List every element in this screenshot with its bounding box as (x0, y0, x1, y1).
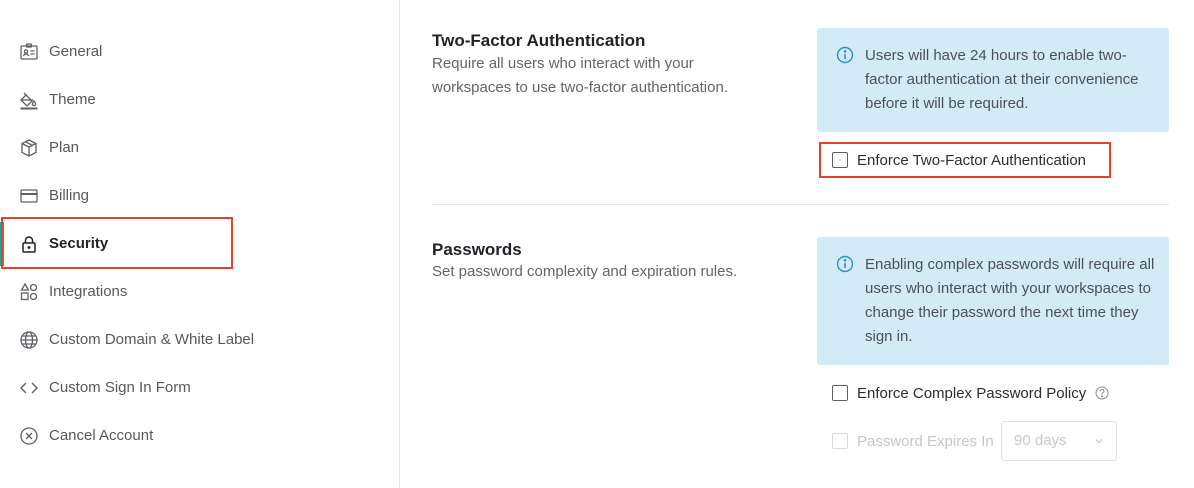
sidebar-item-custom-domain[interactable]: Custom Domain & White Label (0, 316, 380, 364)
passwords-info-text: Enabling complex passwords will require … (865, 256, 1155, 345)
password-expires-select[interactable]: 90 days (1001, 421, 1117, 461)
enforce-complex-password-label[interactable]: Enforce Complex Password Policy (857, 385, 1086, 402)
paint-bucket-icon (19, 90, 39, 110)
enforce-two-factor-label[interactable]: Enforce Two-Factor Authentication (857, 152, 1086, 169)
password-expires-value: 90 days (1014, 432, 1067, 449)
sidebar-item-label: Theme (49, 91, 96, 108)
globe-icon (19, 330, 39, 350)
two-factor-title: Two-Factor Authentication (432, 31, 646, 50)
sidebar-item-label: Integrations (49, 283, 128, 300)
lock-icon (19, 234, 39, 254)
sidebar-item-plan[interactable]: Plan (0, 124, 380, 172)
password-expires-checkbox[interactable] (832, 433, 848, 449)
sidebar-item-label: General (49, 43, 103, 60)
password-expires-label[interactable]: Password Expires In (857, 433, 994, 450)
settings-sidebar: General Theme Plan Billing Security Inte… (0, 0, 400, 488)
passwords-title: Passwords (432, 240, 522, 259)
sidebar-item-label: Cancel Account (49, 427, 154, 444)
credit-card-icon (19, 186, 39, 206)
sidebar-item-theme[interactable]: Theme (0, 76, 380, 124)
enforce-complex-password-checkbox[interactable] (832, 385, 848, 401)
x-circle-icon (19, 426, 39, 446)
enforce-complex-password-row[interactable]: Enforce Complex Password Policy (832, 383, 1109, 403)
two-factor-info-text: Users will have 24 hours to enable two-f… (865, 47, 1139, 112)
password-expires-row[interactable]: Password Expires In (832, 431, 994, 451)
sidebar-item-label: Billing (49, 187, 90, 204)
sidebar-item-security[interactable]: Security (0, 220, 380, 268)
enforce-two-factor-checkbox[interactable] (832, 152, 848, 168)
sidebar-item-label: Plan (49, 139, 80, 156)
code-icon (19, 378, 39, 398)
id-card-icon (19, 42, 39, 62)
info-icon (836, 255, 854, 273)
sidebar-item-general[interactable]: General (0, 28, 380, 76)
sidebar-item-label: Custom Domain & White Label (49, 331, 255, 348)
package-icon (19, 138, 39, 158)
sidebar-item-integrations[interactable]: Integrations (0, 268, 380, 316)
passwords-description: Set password complexity and expiration r… (432, 263, 738, 280)
two-factor-info-box: Users will have 24 hours to enable two-f… (817, 28, 1169, 132)
enforce-two-factor-row[interactable]: Enforce Two-Factor Authentication (832, 150, 1086, 170)
info-icon (836, 46, 854, 64)
sidebar-item-billing[interactable]: Billing (0, 172, 380, 220)
sidebar-item-cancel-account[interactable]: Cancel Account (0, 412, 380, 460)
two-factor-description: Require all users who interact with your… (432, 55, 728, 96)
help-icon[interactable] (1095, 386, 1109, 400)
chevron-down-icon (1094, 436, 1104, 446)
sidebar-item-custom-sign-in-form[interactable]: Custom Sign In Form (0, 364, 380, 412)
sidebar-item-label: Custom Sign In Form (49, 379, 191, 396)
sidebar-item-label: Security (49, 235, 109, 252)
passwords-info-box: Enabling complex passwords will require … (817, 237, 1169, 365)
shapes-icon (19, 282, 39, 302)
section-divider (432, 204, 1169, 205)
